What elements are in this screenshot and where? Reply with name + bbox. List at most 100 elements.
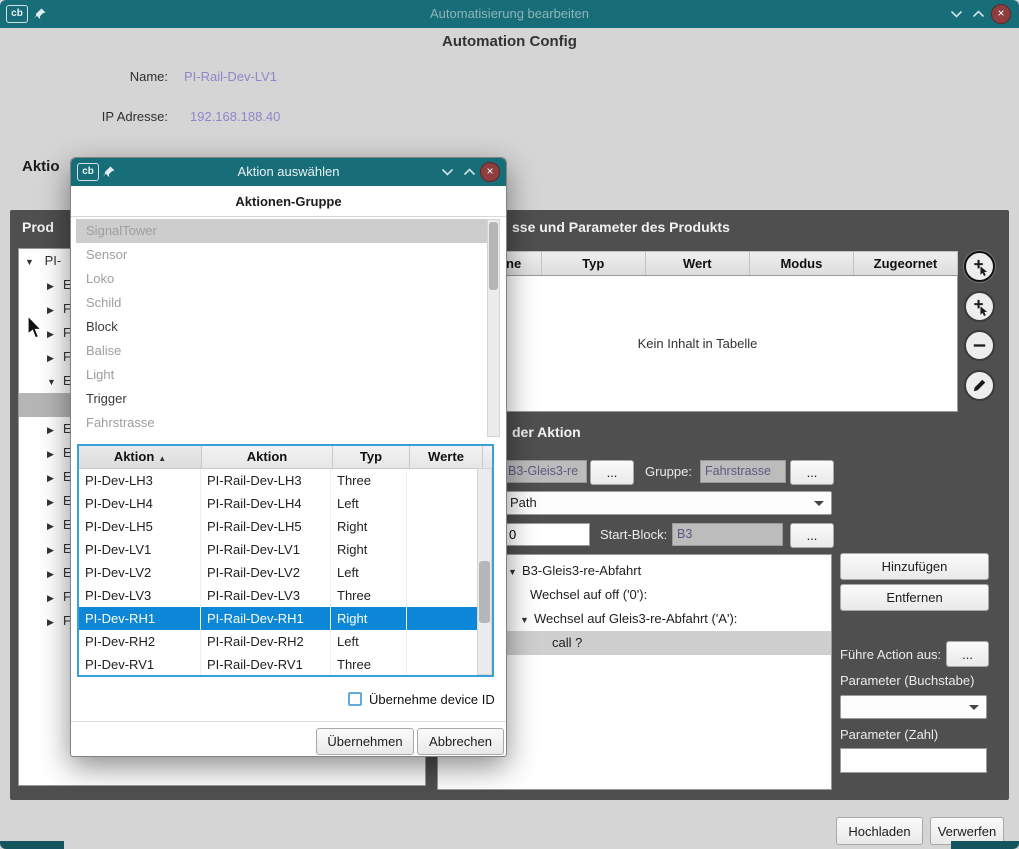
column-header-werte[interactable]: Werte (410, 446, 483, 468)
tree-expander-icon[interactable]: ▶ (47, 322, 61, 346)
tree-expander-icon[interactable]: ▶ (47, 298, 61, 322)
tree-expander-icon[interactable]: ▼ (520, 608, 534, 632)
table-row[interactable]: PI-Dev-LH5 PI-Rail-Dev-LH5 Right (79, 515, 492, 538)
action-panel-header: der Aktion (512, 424, 581, 440)
product-table-column-header[interactable]: Modus (750, 251, 854, 276)
minimize-chevron-icon[interactable] (441, 168, 454, 176)
table-row[interactable]: PI-Dev-LH3 PI-Rail-Dev-LH3 Three (79, 469, 492, 492)
cell-werte (407, 630, 479, 653)
dialog-separator (71, 721, 506, 722)
minimize-chevron-icon[interactable] (950, 10, 963, 18)
cell-werte (407, 469, 479, 492)
tree-expander-icon[interactable]: ▼ (47, 370, 61, 394)
add-child-button[interactable] (964, 291, 995, 322)
scrollbar-thumb[interactable] (479, 561, 490, 623)
param-number-input[interactable] (840, 748, 987, 773)
tree-expander-icon[interactable]: ▶ (47, 514, 61, 538)
tree-expander-icon[interactable]: ▶ (47, 418, 61, 442)
action-name-browse-button[interactable]: ... (590, 460, 634, 485)
table-row[interactable]: PI-Dev-RH1 PI-Rail-Dev-RH1 Right (79, 607, 492, 630)
apply-button[interactable]: Übernehmen (316, 728, 414, 755)
table-row[interactable]: PI-Dev-LH4 PI-Rail-Dev-LH4 Left (79, 492, 492, 515)
table-row[interactable]: PI-Dev-LV2 PI-Rail-Dev-LV2 Left (79, 561, 492, 584)
start-block-browse-button[interactable]: ... (790, 523, 834, 548)
param-letter-label: Parameter (Buchstabe) (840, 673, 974, 688)
cell-action: PI-Rail-Dev-LH3 (201, 469, 331, 492)
maximize-chevron-icon[interactable] (463, 168, 476, 176)
remove-button[interactable] (964, 330, 995, 361)
cell-action: PI-Rail-Dev-LV1 (201, 538, 331, 561)
group-list-item[interactable]: Schild (76, 291, 491, 315)
table-row[interactable]: PI-Dev-LV1 PI-Rail-Dev-LV1 Right (79, 538, 492, 561)
group-list-item[interactable]: Block (76, 315, 491, 339)
upload-button[interactable]: Hochladen (836, 817, 923, 845)
maximize-chevron-icon[interactable] (972, 10, 985, 18)
cancel-button[interactable]: Abbrechen (417, 728, 504, 755)
cell-typ: Left (331, 492, 407, 515)
column-header-aktion[interactable]: Aktion▲ (79, 446, 202, 468)
action-group-list[interactable]: SignalTowerSensorLokoSchildBlockBaliseLi… (76, 219, 491, 435)
action-select-dialog: cb Aktion auswählen × Aktionen-Gruppe Si… (70, 157, 507, 757)
window-edge (951, 841, 1019, 849)
group-list-item[interactable]: Fahrstrasse (76, 411, 491, 435)
group-list-item[interactable]: Loko (76, 267, 491, 291)
cell-werte (407, 653, 479, 676)
exec-action-browse-button[interactable]: ... (946, 641, 989, 667)
window-title: Automatisierung bearbeiten (0, 0, 1019, 28)
column-header-aktion2[interactable]: Aktion (202, 446, 333, 468)
tree-expander-icon[interactable]: ▶ (47, 562, 61, 586)
cell-action: PI-Rail-Dev-LH4 (201, 492, 331, 515)
table-row[interactable]: PI-Dev-LV3 PI-Rail-Dev-LV3 Three (79, 584, 492, 607)
empty-table-text: Kein Inhalt in Tabelle (638, 336, 758, 351)
tree-expander-icon[interactable]: ▼ (508, 560, 522, 584)
product-table-column-header[interactable]: Zugeornet (854, 251, 958, 276)
device-id-checkbox[interactable] (348, 692, 362, 706)
column-header-typ[interactable]: Typ (333, 446, 410, 468)
action-table[interactable]: Aktion▲ Aktion Typ Werte PI-Dev-LH3 PI-R… (77, 444, 494, 677)
tree-expander-icon[interactable]: ▶ (47, 538, 61, 562)
scrollbar-thumb[interactable] (489, 222, 498, 290)
group-list-item[interactable]: Balise (76, 339, 491, 363)
group-list-item[interactable]: Sensor (76, 243, 491, 267)
group-list-item[interactable]: Light (76, 363, 491, 387)
group-list-item[interactable]: Trigger (76, 387, 491, 411)
param-letter-combobox[interactable] (840, 695, 987, 719)
cell-action: PI-Rail-Dev-RH1 (201, 607, 331, 630)
cell-typ: Three (331, 469, 407, 492)
group-list-scrollbar[interactable] (487, 219, 500, 437)
type-combobox[interactable]: Path (503, 491, 832, 515)
tree-expander-icon[interactable]: ▶ (47, 274, 61, 298)
ip-label: IP Adresse: (40, 109, 168, 124)
add-button[interactable] (964, 251, 995, 282)
tree-row-label: Wechsel auf off ('0'): (530, 587, 647, 602)
main-titlebar[interactable]: cb Automatisierung bearbeiten × (0, 0, 1019, 28)
number-input[interactable] (503, 523, 590, 546)
plus-cursor-icon (970, 297, 989, 316)
table-row[interactable]: PI-Dev-RV1 PI-Rail-Dev-RV1 Three (79, 653, 492, 676)
cell-typ: Left (331, 630, 407, 653)
cell-werte (407, 492, 479, 515)
product-table-column-header[interactable]: Wert (646, 251, 750, 276)
tree-expander-icon[interactable]: ▶ (47, 346, 61, 370)
tree-expander-icon[interactable]: ▶ (47, 466, 61, 490)
action-table-header: Aktion▲ Aktion Typ Werte (79, 446, 492, 469)
table-scrollbar[interactable] (477, 468, 492, 675)
edit-button[interactable] (964, 370, 995, 401)
close-icon[interactable]: × (991, 4, 1011, 24)
tree-expander-icon[interactable]: ▼ (25, 250, 39, 274)
tree-expander-icon[interactable]: ▶ (47, 490, 61, 514)
action-table-body[interactable]: PI-Dev-LH3 PI-Rail-Dev-LH3 Three PI-Dev-… (79, 469, 492, 676)
tree-expander-icon[interactable]: ▶ (47, 442, 61, 466)
gruppe-browse-button[interactable]: ... (790, 460, 834, 485)
product-table-column-header[interactable]: Typ (542, 251, 646, 276)
close-icon[interactable]: × (480, 162, 500, 182)
tree-expander-icon[interactable]: ▶ (47, 610, 61, 634)
dialog-titlebar[interactable]: cb Aktion auswählen × (71, 158, 506, 186)
table-row[interactable]: PI-Dev-RH2 PI-Rail-Dev-RH2 Left (79, 630, 492, 653)
tree-expander-icon[interactable]: ▶ (47, 586, 61, 610)
add-action-button[interactable]: Hinzufügen (840, 553, 989, 580)
group-list-header: Aktionen-Gruppe (71, 188, 506, 217)
tree-row-label: Wechsel auf Gleis3-re-Abfahrt ('A'): (534, 611, 737, 626)
remove-action-button[interactable]: Entfernen (840, 584, 989, 611)
group-list-item[interactable]: SignalTower (76, 219, 491, 243)
